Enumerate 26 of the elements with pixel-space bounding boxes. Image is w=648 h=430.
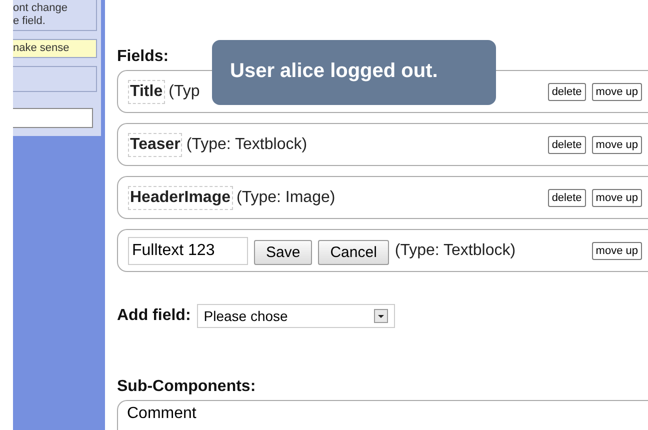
field-type: (Type: Textblock) [394,242,516,260]
field-name[interactable]: Title [128,80,165,104]
field-type: (Typ [168,82,200,100]
subcomponents-heading: Sub-Components: [117,378,257,396]
move-up-button[interactable]: move up [592,136,642,154]
field-type: (Type: Textblock) [186,136,308,154]
note-box: ont change e field. [13,0,97,31]
move-up-button[interactable]: move up [592,82,642,100]
cancel-button[interactable]: Cancel [318,240,389,265]
save-button[interactable]: Save [254,240,312,265]
move-up-button[interactable]: move up [592,242,642,260]
field-name[interactable]: Teaser [128,132,182,156]
add-field-label: Add field: [117,307,191,325]
field-type: (Type: Image) [236,188,336,206]
subcomponent-item: Comment [117,400,648,430]
delete-button[interactable]: delete [548,188,586,206]
field-type-dropdown[interactable]: Please chose [196,304,395,328]
input-field[interactable] [13,108,93,128]
move-up-button[interactable]: move up [592,188,642,206]
delete-button[interactable]: delete [548,136,586,154]
field-name[interactable]: HeaderImage [128,186,232,210]
delete-button[interactable]: delete [548,82,586,100]
field-name-input[interactable]: Fulltext 123 [128,236,248,264]
fields-heading: Fields: [117,48,170,66]
notification-toast: User alice logged out. [212,40,496,105]
warning-note: nake sense [13,39,97,58]
